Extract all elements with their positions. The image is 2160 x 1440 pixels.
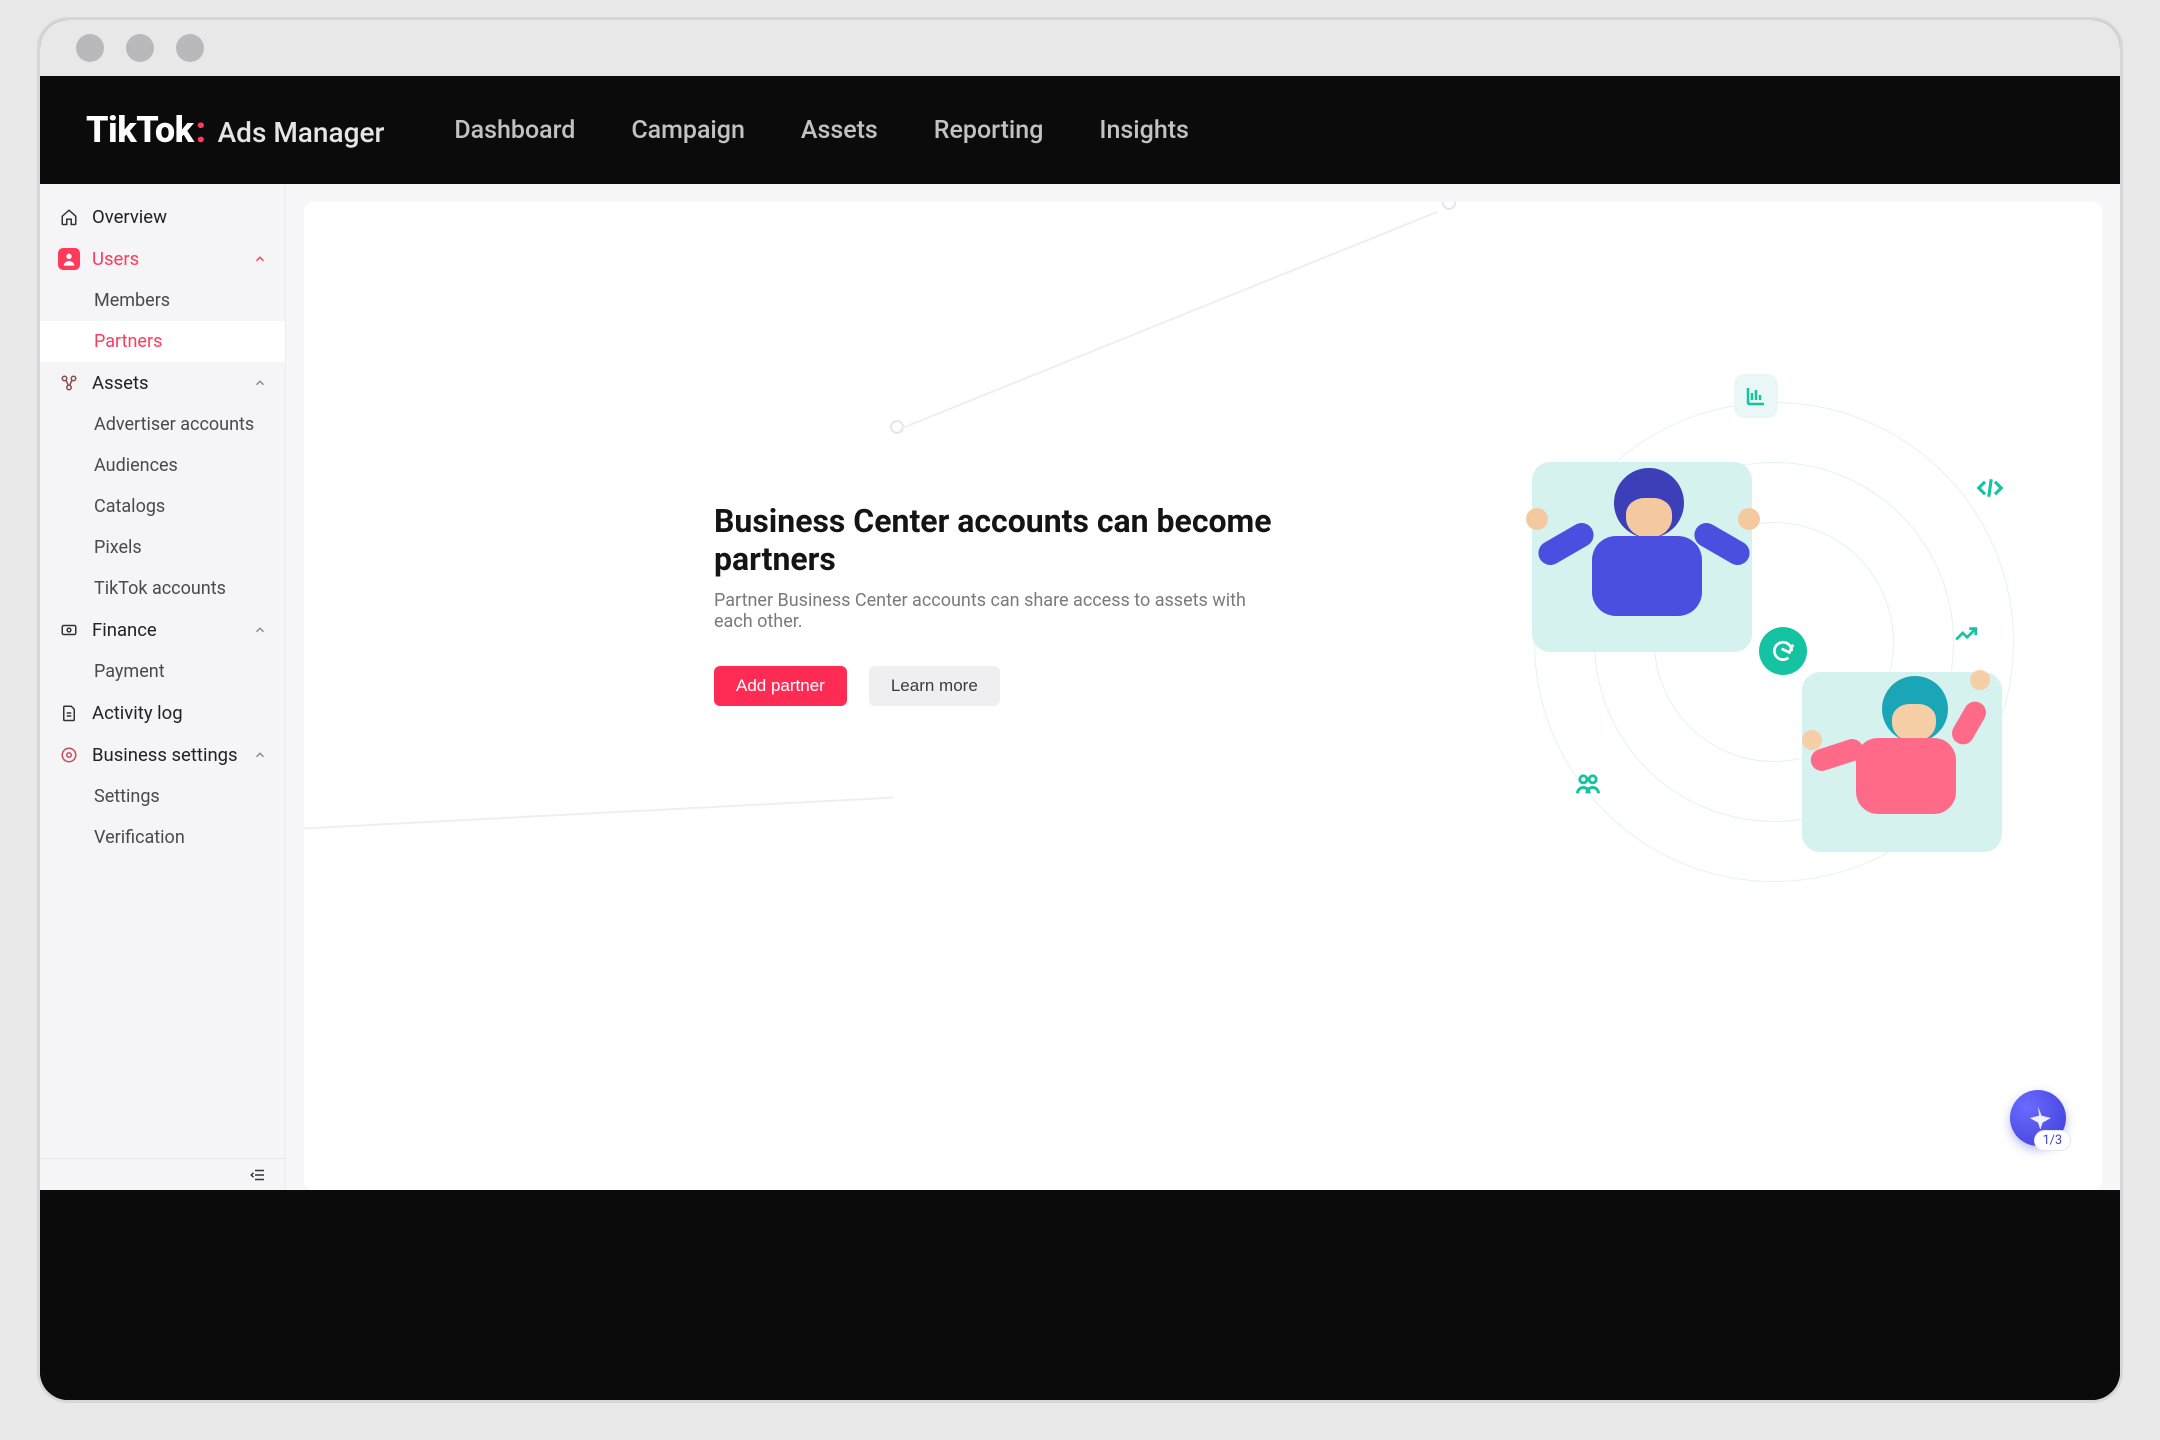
macos-titlebar [40, 20, 2120, 76]
sidebar-label: Activity log [92, 702, 183, 724]
hero-title: Business Center accounts can become part… [714, 502, 1274, 578]
sidebar-label: Finance [92, 619, 157, 641]
sidebar-sub-members[interactable]: Members [40, 280, 285, 321]
sidebar: Overview Users Members Partners [40, 184, 286, 1190]
sidebar-list: Overview Users Members Partners [40, 184, 285, 1158]
logo: TikTok: Ads Manager [86, 109, 384, 151]
bar-chart-icon [1734, 374, 1778, 418]
sidebar-item-overview[interactable]: Overview [40, 196, 285, 238]
add-partner-button[interactable]: Add partner [714, 666, 847, 706]
sidebar-item-users[interactable]: Users [40, 238, 285, 280]
sidebar-sub-pixels[interactable]: Pixels [40, 527, 285, 568]
sidebar-item-business-settings[interactable]: Business settings [40, 734, 285, 776]
main-area: Business Center accounts can become part… [286, 184, 2120, 1190]
chevron-up-icon [253, 252, 267, 266]
people-icon [1566, 762, 1610, 806]
sidebar-sub-partners[interactable]: Partners [40, 321, 285, 362]
help-fab[interactable]: 1/3 [2010, 1090, 2066, 1146]
decor-line [900, 211, 1439, 430]
sidebar-sub-advertiser-accounts[interactable]: Advertiser accounts [40, 404, 285, 445]
user-icon [58, 248, 80, 270]
compass-icon [2024, 1104, 2052, 1132]
top-header: TikTok: Ads Manager Dashboard Campaign A… [40, 76, 2120, 184]
nav-insights[interactable]: Insights [1099, 116, 1189, 145]
hero: Business Center accounts can become part… [714, 502, 1274, 706]
sidebar-label: Business settings [92, 744, 238, 766]
finance-icon [58, 619, 80, 641]
app-window: TikTok: Ads Manager Dashboard Campaign A… [40, 20, 2120, 1400]
chevron-up-icon [253, 748, 267, 762]
sync-icon [1759, 627, 1807, 675]
content-card: Business Center accounts can become part… [304, 202, 2102, 1190]
hero-illustration [1514, 382, 2034, 902]
footer-blackbar [40, 1190, 2120, 1400]
sidebar-collapse-button[interactable] [40, 1158, 285, 1190]
settings-icon [58, 744, 80, 766]
window-control-close[interactable] [76, 34, 104, 62]
character-illustration-2 [1802, 672, 2002, 852]
nav-assets[interactable]: Assets [801, 116, 878, 145]
sidebar-sub-verification[interactable]: Verification [40, 817, 285, 858]
sidebar-sub-audiences[interactable]: Audiences [40, 445, 285, 486]
sidebar-sub-payment[interactable]: Payment [40, 651, 285, 692]
sidebar-label: Users [92, 248, 139, 270]
code-icon [1968, 466, 2012, 510]
home-icon [58, 206, 80, 228]
window-control-minimize[interactable] [126, 34, 154, 62]
learn-more-button[interactable]: Learn more [869, 666, 1000, 706]
nav-dashboard[interactable]: Dashboard [454, 116, 575, 145]
trend-icon [1944, 612, 1988, 656]
hero-subtitle: Partner Business Center accounts can sha… [714, 590, 1274, 632]
sidebar-item-activity-log[interactable]: Activity log [40, 692, 285, 734]
sidebar-item-finance[interactable]: Finance [40, 609, 285, 651]
logo-brand: TikTok: [86, 109, 208, 151]
chevron-up-icon [253, 376, 267, 390]
top-nav: Dashboard Campaign Assets Reporting Insi… [454, 116, 1189, 145]
chevron-up-icon [253, 623, 267, 637]
sidebar-sub-catalogs[interactable]: Catalogs [40, 486, 285, 527]
body-row: Overview Users Members Partners [40, 184, 2120, 1190]
logo-subtitle: Ads Manager [218, 116, 385, 149]
sidebar-sub-settings[interactable]: Settings [40, 776, 285, 817]
assets-icon [58, 372, 80, 394]
sidebar-label: Assets [92, 372, 149, 394]
sidebar-label: Overview [92, 206, 167, 228]
hero-actions: Add partner Learn more [714, 666, 1274, 706]
decor-dot [1442, 202, 1456, 210]
window-control-zoom[interactable] [176, 34, 204, 62]
sidebar-item-assets[interactable]: Assets [40, 362, 285, 404]
fab-badge: 1/3 [2035, 1131, 2070, 1150]
nav-reporting[interactable]: Reporting [934, 116, 1044, 145]
sidebar-sub-tiktok-accounts[interactable]: TikTok accounts [40, 568, 285, 609]
nav-campaign[interactable]: Campaign [631, 116, 745, 145]
collapse-icon [249, 1166, 267, 1184]
decor-line [304, 797, 893, 830]
character-illustration-1 [1532, 462, 1752, 652]
activity-log-icon [58, 702, 80, 724]
